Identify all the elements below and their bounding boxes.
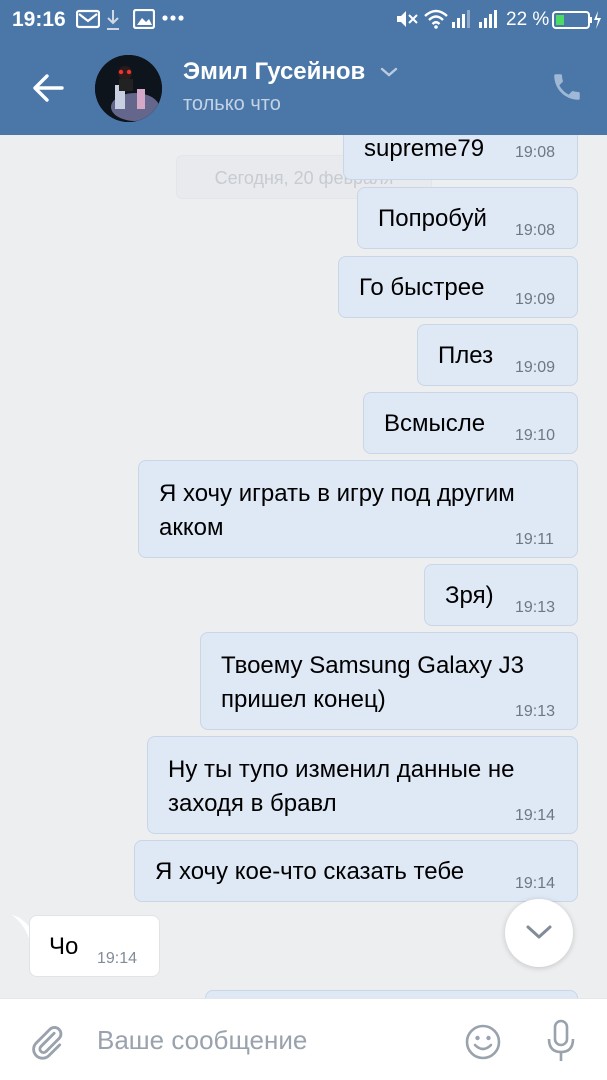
message-text: Зря) <box>445 582 494 609</box>
message-time: 19:13 <box>515 599 556 616</box>
message-time: 19:09 <box>515 291 556 308</box>
message-text: Попробуй <box>378 205 487 232</box>
contact-name[interactable]: Эмил Гусейнов <box>183 58 365 86</box>
emoji-icon[interactable] <box>464 1023 502 1061</box>
message-time: 19:14 <box>97 950 138 967</box>
message-text: supreme79 <box>364 135 485 162</box>
status-time: 19:16 <box>12 8 66 31</box>
message-bubble-outgoing[interactable]: Плез 19:09 <box>417 324 578 386</box>
message-time: 19:10 <box>515 427 556 444</box>
message-bubble-outgoing[interactable]: Твоему Samsung Galaxy J3 пришел конец) 1… <box>200 632 578 730</box>
more-icon <box>162 15 184 21</box>
signal-icon <box>479 10 497 28</box>
message-bubble-outgoing[interactable]: Ну ты тупо изменил данные не заходя в бр… <box>147 736 578 834</box>
message-time: 19:14 <box>515 875 556 892</box>
status-bar: 19:16 22 % <box>0 0 607 38</box>
message-time: 19:08 <box>515 222 556 239</box>
scroll-down-button[interactable] <box>505 899 573 967</box>
message-bubble-outgoing[interactable]: Всмысле 19:10 <box>363 392 578 454</box>
phone-icon[interactable] <box>550 70 584 104</box>
microphone-icon[interactable] <box>546 1019 576 1063</box>
mail-icon <box>76 9 100 29</box>
message-composer <box>0 998 607 1080</box>
message-text: пришел конец) <box>221 686 386 713</box>
contact-status: только что <box>183 93 281 115</box>
battery-charging-icon <box>552 11 601 29</box>
chevron-down-icon[interactable] <box>380 66 398 78</box>
mute-icon <box>397 11 418 27</box>
message-time: 19:13 <box>515 703 556 720</box>
message-bubble-outgoing[interactable]: supreme79 19:08 <box>343 135 578 180</box>
battery-percent: 22 % <box>506 9 550 30</box>
avatar[interactable] <box>95 55 162 122</box>
signal-icon <box>452 10 470 28</box>
message-text: Я хочу играть в игру под другим <box>159 480 515 507</box>
message-text: Плез <box>438 342 494 369</box>
message-text: Я хочу кое-что сказать тебе <box>155 858 465 885</box>
message-text: Ну ты тупо изменил данные не <box>168 756 515 783</box>
message-bubble-outgoing[interactable]: Зря) 19:13 <box>424 564 578 626</box>
message-bubble-outgoing[interactable]: Я хочу кое-что сказать тебе 19:14 <box>134 840 578 902</box>
image-icon <box>133 9 155 29</box>
message-bubble-outgoing[interactable]: Го быстрее 19:09 <box>338 256 578 318</box>
message-text: Го быстрее <box>359 274 485 301</box>
message-time: 19:14 <box>515 807 556 824</box>
message-time: 19:08 <box>515 144 556 161</box>
message-text: Всмысле <box>384 410 486 437</box>
chevron-down-icon <box>526 925 552 939</box>
message-text: акком <box>159 514 224 541</box>
message-time: 19:11 <box>515 531 554 548</box>
message-text: заходя в бравл <box>168 790 337 817</box>
message-bubble-outgoing[interactable]: Попробуй 19:08 <box>357 187 578 249</box>
chat-header: Эмил Гусейнов только что <box>0 38 607 135</box>
message-time: 19:09 <box>515 359 556 376</box>
back-arrow-icon[interactable] <box>28 68 68 108</box>
paperclip-icon[interactable] <box>28 1023 66 1061</box>
message-text: Твоему Samsung Galaxy J3 <box>221 652 524 679</box>
message-bubble-incoming[interactable]: Чо 19:14 <box>29 915 160 977</box>
avatar-image <box>95 55 162 122</box>
download-icon <box>107 10 119 30</box>
message-text: Чо <box>49 933 79 960</box>
message-bubble-outgoing[interactable]: Я хочу играть в игру под другим акком 19… <box>138 460 578 558</box>
message-bubble-outgoing[interactable] <box>205 990 578 998</box>
message-list[interactable]: Сегодня, 20 февраля supreme79 19:08 Попр… <box>0 135 607 998</box>
message-input[interactable] <box>97 1019 437 1061</box>
wifi-icon <box>424 9 448 29</box>
